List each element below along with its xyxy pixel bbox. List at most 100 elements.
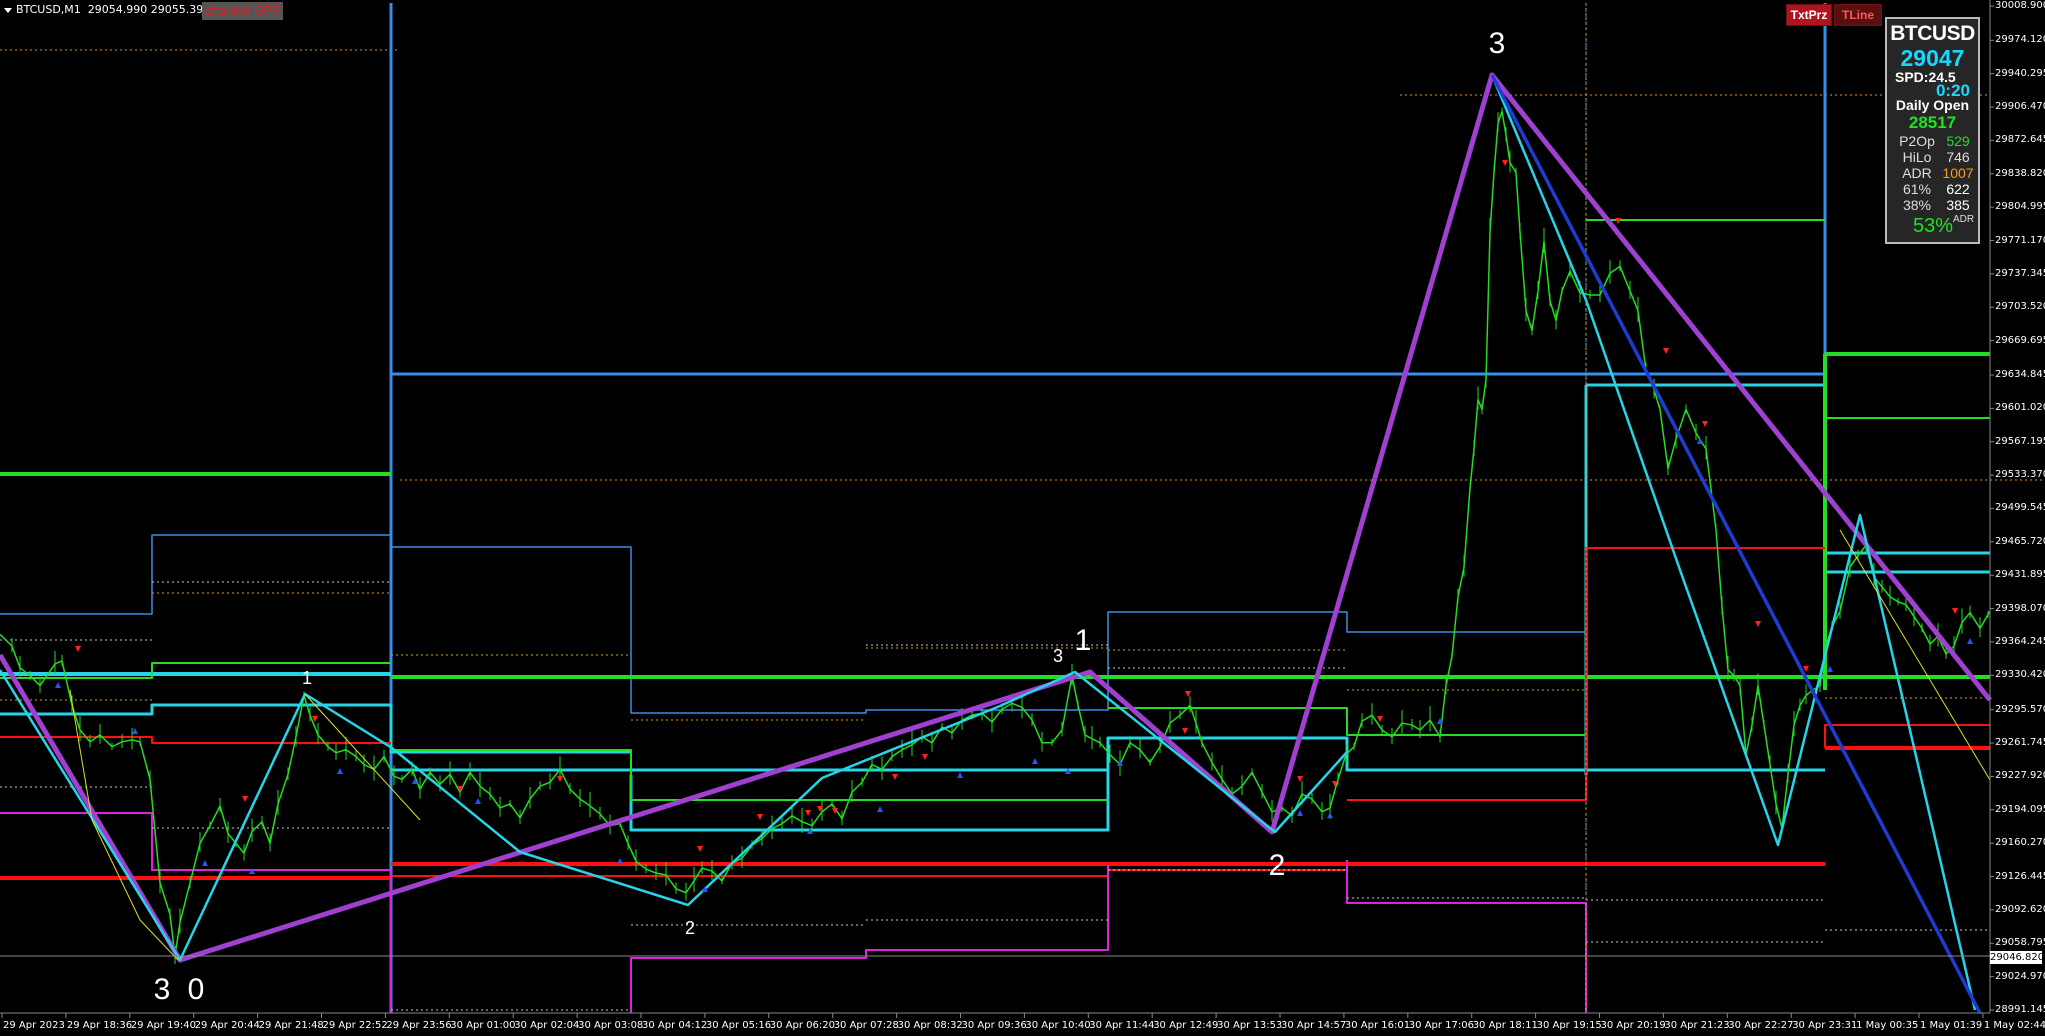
y-tick-label: 29771.170	[1995, 234, 2045, 246]
y-tick-label: 29499.545	[1995, 502, 2045, 514]
sell-arrow	[1952, 608, 1958, 614]
x-tick-label: 30 Apr 17:06	[1408, 1020, 1474, 1031]
buy-arrow	[55, 682, 61, 688]
sell-arrow	[1702, 421, 1708, 427]
y-tick-label: 29024.970	[1995, 970, 2045, 982]
x-tick-label: 30 Apr 01:00	[450, 1020, 516, 1031]
panel-row-value: 1007	[1942, 165, 1974, 181]
buy-arrow	[132, 728, 138, 734]
red-level-line	[391, 869, 1347, 877]
sell-arrow	[697, 846, 703, 852]
y-tick-label: 29601.020	[1995, 402, 2045, 414]
x-tick-label: 30 Apr 21:23	[1664, 1020, 1730, 1031]
y-tick-label: 29940.295	[1995, 67, 2045, 79]
y-tick-label: 29533.370	[1995, 469, 2045, 481]
x-tick-label: 30 Apr 08:32	[897, 1020, 963, 1031]
level-lines	[0, 3, 2045, 1013]
buy-arrow	[877, 806, 883, 812]
x-tick-label: 30 Apr 05:16	[705, 1020, 772, 1031]
wave-label: 3	[1052, 646, 1064, 666]
x-tick-label: 30 Apr 23:31	[1792, 1020, 1858, 1031]
sell-arrow	[922, 754, 928, 760]
y-tick-label: 29567.195	[1995, 435, 2045, 447]
wave-label: 0	[187, 973, 205, 1006]
sell-arrow	[1663, 348, 1669, 354]
x-tick-label: 30 Apr 06:20	[769, 1020, 835, 1031]
buy-arrow	[1032, 758, 1038, 764]
tline-button[interactable]: TLine	[1834, 4, 1882, 26]
wave-label: 2	[1268, 849, 1286, 882]
sell-arrow	[1502, 160, 1508, 166]
buy-arrow	[1697, 438, 1703, 444]
y-tick-label: 29703.520	[1995, 301, 2045, 313]
wave-lines	[0, 72, 1992, 1014]
yellow-wave-line	[69, 689, 179, 961]
panel-row-label: 61%	[1902, 181, 1932, 197]
y-tick-label: 29431.895	[1995, 569, 2045, 581]
y-tick-label: 28991.145	[1995, 1004, 2045, 1015]
y-tick-label: 29634.845	[1995, 368, 2045, 380]
blue-step-line	[391, 546, 1587, 714]
price-chart[interactable]	[0, 0, 2045, 1036]
x-tick-label: 30 Apr 18:11	[1472, 1020, 1538, 1031]
x-tick-label: 30 Apr 16:01	[1344, 1020, 1411, 1031]
y-tick-label: 29364.245	[1995, 635, 2045, 647]
txtprz-button[interactable]: TxtPrz	[1786, 4, 1832, 26]
y-tick-label: 29838.820	[1995, 167, 2045, 179]
panel-row-value: 385	[1946, 197, 1970, 213]
panel-price: 29047	[1900, 45, 1965, 71]
y-tick-label: 29330.420	[1995, 669, 2045, 681]
sell-arrow	[1377, 716, 1383, 722]
buy-arrow	[475, 798, 481, 804]
wave-label: 2	[684, 918, 696, 938]
x-tick-label: 30 Apr 10:40	[1025, 1020, 1091, 1031]
yellow-wave-line	[1839, 529, 1991, 781]
x-tick-label: 30 Apr 22:27	[1728, 1020, 1794, 1031]
green-level-line	[391, 749, 1108, 801]
y-tick-label: 29465.720	[1995, 535, 2045, 547]
x-tick-label: 30 Apr 11:44	[1089, 1020, 1155, 1031]
sell-arrow	[1185, 691, 1191, 697]
buy-arrow	[1297, 810, 1303, 816]
x-tick-label: 29 Apr 20:44	[194, 1020, 260, 1031]
x-tick-label: 1 May 02:44	[1983, 1020, 2045, 1031]
x-tick-label: 30 Apr 13:53	[1217, 1020, 1283, 1031]
panel-row-label: P2Op	[1899, 133, 1935, 149]
sell-arrow	[1182, 728, 1188, 734]
x-tick-label: 29 Apr 23:56	[386, 1020, 452, 1031]
sell-arrow	[75, 646, 81, 652]
sell-arrow	[242, 796, 248, 802]
current-price-label: 29046.820	[1990, 951, 2045, 964]
buy-arrow	[957, 772, 963, 778]
panel-daily-open-label: Daily Open	[1895, 97, 1970, 113]
dropdown-triangle-icon[interactable]	[4, 7, 12, 13]
y-tick-label: 29227.920	[1995, 770, 2045, 782]
sell-arrow	[1297, 776, 1303, 782]
red-level-line	[1824, 724, 1990, 748]
panel-row-label: HiLo	[1902, 149, 1932, 165]
x-tick-label: 1 May 00:35	[1856, 1020, 1919, 1031]
panel-daily-open-value: 28517	[1908, 113, 1957, 132]
y-tick-label: 29669.695	[1995, 334, 2045, 346]
x-tick-label: 29 Apr 22:52	[322, 1020, 388, 1031]
y-tick-label: 30008.900	[1995, 0, 2045, 11]
channel-toggle[interactable]: channel OFF	[202, 2, 284, 20]
magenta-level-line	[630, 865, 1109, 1013]
y-tick-label: 29194.095	[1995, 803, 2045, 815]
panel-row-value: 622	[1946, 181, 1970, 197]
wave-label: 3	[1488, 27, 1506, 60]
panel-adr-pct: 53%	[1913, 215, 1954, 237]
y-tick-label: 29261.745	[1995, 737, 2045, 749]
x-tick-label: 29 Apr 19:40	[130, 1020, 196, 1031]
x-tick-label: 30 Apr 12:49	[1153, 1020, 1219, 1031]
x-tick-label: 30 Apr 02:04	[514, 1020, 580, 1031]
magenta-level-line	[1346, 860, 1587, 1013]
sell-arrow	[805, 810, 811, 816]
sell-arrow	[892, 774, 898, 780]
buy-arrow	[617, 858, 623, 864]
y-tick-label: 29906.470	[1995, 101, 2045, 113]
buy-arrow	[1967, 638, 1973, 644]
info-panel: BTCUSD 29047 SPD:24.5 0:20 Daily Open 28…	[1885, 17, 1980, 244]
x-tick-label: 1 May 01:39	[1920, 1020, 1983, 1031]
cyan-level-line	[629, 736, 1825, 832]
